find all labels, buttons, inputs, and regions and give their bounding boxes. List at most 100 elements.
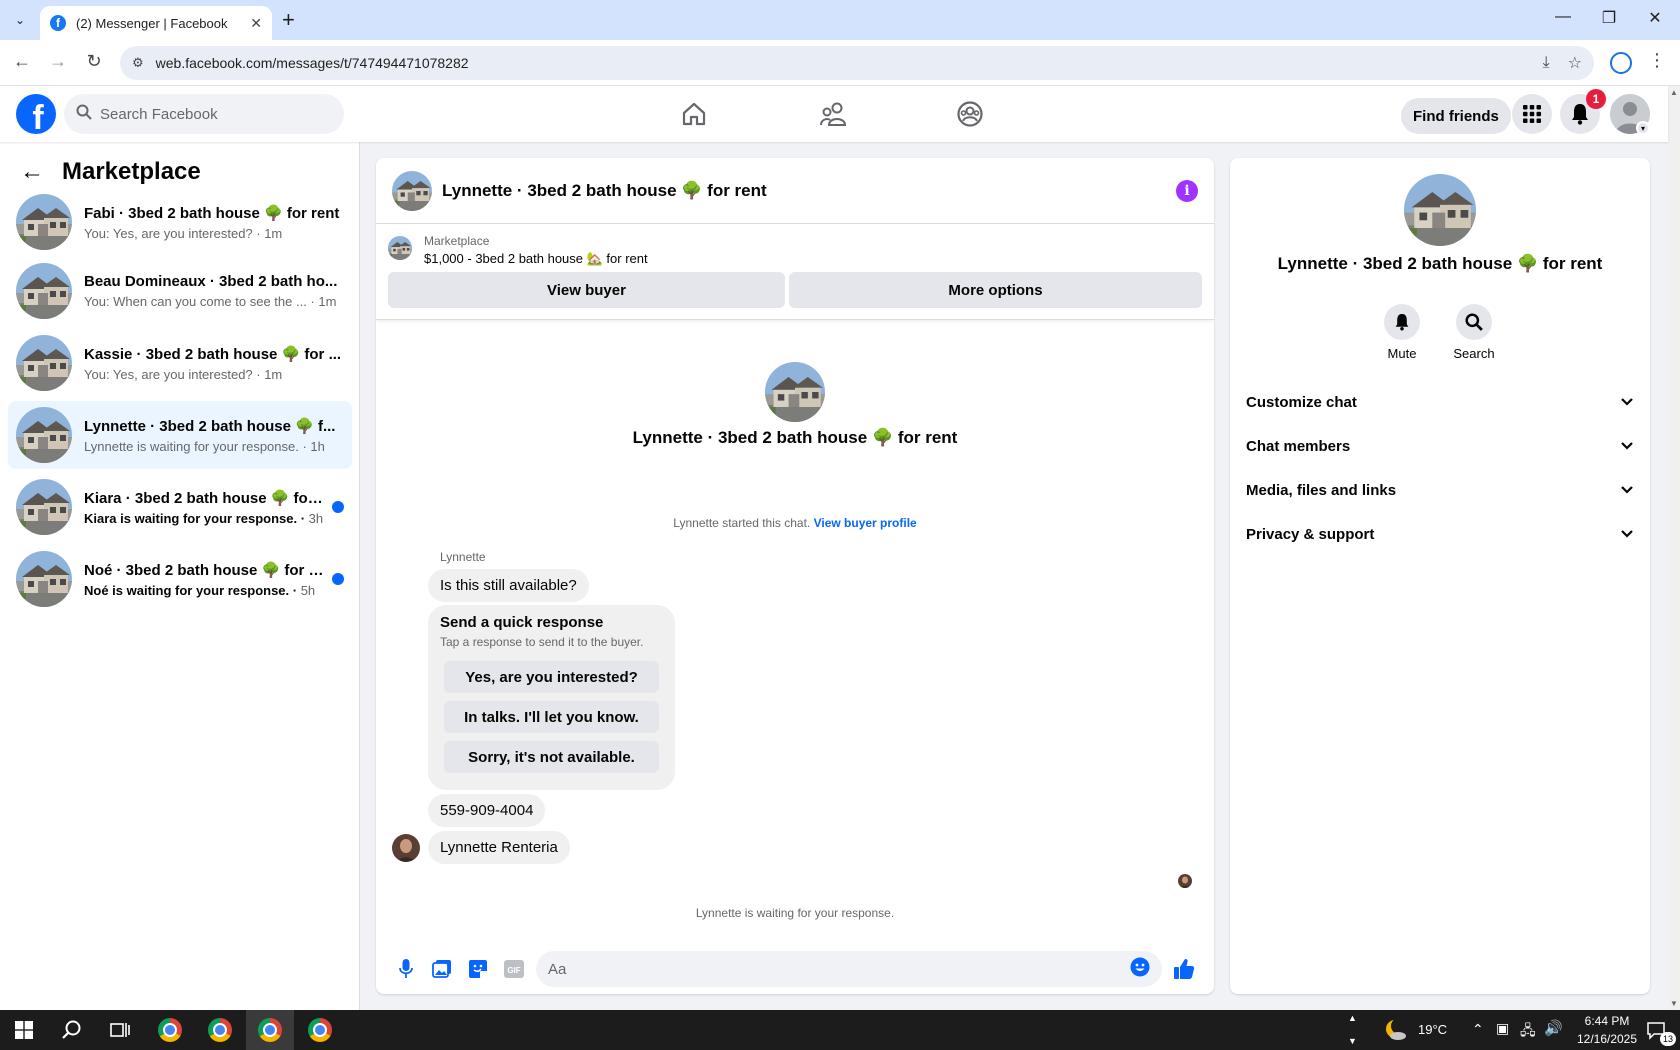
listing-price-title[interactable]: $1,000 - 3bed 2 bath house 🏡 for rent: [424, 251, 648, 267]
reload-icon[interactable]: ↻: [82, 51, 106, 72]
temperature-text: 19°C: [1418, 1022, 1448, 1037]
view-buyer-button[interactable]: View buyer: [388, 272, 785, 308]
emoji-icon[interactable]: [1130, 957, 1150, 982]
groups-icon[interactable]: [952, 96, 988, 132]
show-hidden-icons[interactable]: ⌃: [1472, 1021, 1484, 1038]
bookmark-star-icon[interactable]: ☆: [1568, 53, 1582, 73]
details-avatar[interactable]: [1404, 174, 1476, 246]
preview-time: 1m: [260, 366, 283, 382]
section-label: Chat members: [1246, 437, 1351, 455]
search-input[interactable]: [100, 105, 320, 123]
chevron-down-icon: [1620, 438, 1634, 455]
forward-icon[interactable]: →: [46, 51, 70, 72]
close-window-icon[interactable]: ✕: [1632, 8, 1678, 28]
info-icon[interactable]: i: [1176, 179, 1198, 202]
notification-badge: 1: [1586, 89, 1606, 109]
network-icon[interactable]: 🖧: [1520, 1020, 1536, 1044]
search-icon: [76, 104, 92, 124]
message-input[interactable]: [548, 960, 1130, 978]
thumbs-up-icon[interactable]: [1166, 951, 1202, 987]
preview-time: 1m: [314, 294, 337, 309]
back-icon[interactable]: ←: [10, 51, 34, 72]
browser-profile-icon[interactable]: [1610, 52, 1632, 74]
restore-icon[interactable]: ❐: [1586, 8, 1632, 28]
chrome-icon[interactable]: [146, 1010, 194, 1050]
browser-tab-messenger[interactable]: f (2) Messenger | Facebook ✕: [40, 6, 272, 40]
scroll-up-icon[interactable]: ▲: [1670, 88, 1678, 97]
preview-text: You: Yes, are you interested? ·: [84, 366, 261, 382]
seen-receipt-avatar: [1178, 874, 1192, 888]
windows-taskbar: ▲ ▼ 19°C ⌃ ▣ 🖧 🔊 6:44 PM 12/16/2025 13: [0, 1010, 1680, 1050]
quick-reply-button[interactable]: In talks. I'll let you know.: [444, 701, 659, 733]
view-buyer-profile-link[interactable]: View buyer profile: [814, 516, 917, 530]
account-chevron-down-icon[interactable]: ▾: [1636, 121, 1650, 135]
more-options-button[interactable]: More options: [789, 272, 1202, 308]
scroll-down-icon[interactable]: ▼: [1670, 999, 1678, 1008]
preview-time: 1h: [306, 438, 325, 454]
chat-avatar[interactable]: [392, 171, 432, 211]
chrome-icon[interactable]: [246, 1010, 294, 1050]
tab-list-icon[interactable]: ⌄: [8, 8, 32, 32]
chevron-down-icon: [1620, 394, 1634, 411]
quick-reply-button[interactable]: Sorry, it's not available.: [444, 741, 659, 773]
details-name: Lynnette · 3bed 2 bath house 🌳 for rent: [1277, 254, 1603, 273]
task-view-icon[interactable]: [96, 1010, 144, 1050]
conversation-item[interactable]: Kassie · 3bed 2 bath house 🌳 for ... You…: [8, 329, 352, 397]
conversation-preview: You: When can you come to see the ... · …: [84, 294, 344, 309]
weather-moon-icon[interactable]: [1384, 1018, 1408, 1042]
media-files-links-row[interactable]: Media, files and links: [1246, 468, 1634, 512]
clock-date[interactable]: 12/16/2025: [1566, 1032, 1648, 1046]
back-arrow-icon[interactable]: ←: [20, 158, 44, 186]
menu-grid-icon[interactable]: [1512, 94, 1552, 134]
conversation-item-active[interactable]: Lynnette · 3bed 2 bath house 🌳 f... Lynn…: [8, 401, 352, 469]
volume-icon[interactable]: 🔊: [1544, 1019, 1563, 1037]
conversation-item[interactable]: Kiara · 3bed 2 bath house 🌳 for ... Kiar…: [8, 473, 352, 541]
site-settings-icon[interactable]: ⚙: [132, 55, 144, 71]
conversation-item[interactable]: Beau Domineaux · 3bed 2 bath ho... You: …: [8, 257, 352, 325]
chat-members-row[interactable]: Chat members: [1246, 424, 1634, 468]
page-scrollbar[interactable]: ▲ ▼: [1668, 86, 1680, 1010]
address-bar[interactable]: ⚙ web.facebook.com/messages/t/7474944710…: [120, 46, 1594, 80]
message-bubble: 559-909-4004: [428, 794, 546, 827]
mute-button[interactable]: Mute: [1372, 304, 1432, 361]
photo-icon[interactable]: [424, 951, 460, 987]
search-conversation-button[interactable]: Search: [1444, 304, 1504, 361]
customize-chat-row[interactable]: Customize chat: [1246, 380, 1634, 424]
preview-time: 5h: [297, 582, 316, 598]
privacy-support-row[interactable]: Privacy & support: [1246, 512, 1634, 556]
preview-time: 3h: [305, 510, 324, 526]
find-friends-button[interactable]: Find friends: [1401, 98, 1511, 134]
minimize-icon[interactable]: —: [1540, 8, 1586, 26]
sender-avatar[interactable]: [392, 834, 420, 862]
quick-reply-button[interactable]: Yes, are you interested?: [444, 661, 659, 693]
sticker-icon[interactable]: [460, 951, 496, 987]
url-text: web.facebook.com/messages/t/747494471078…: [155, 55, 469, 71]
conversation-item[interactable]: Fabi · 3bed 2 bath house 🌳 for rent You:…: [8, 188, 352, 256]
tab-close-icon[interactable]: ✕: [250, 15, 262, 32]
browser-menu-icon[interactable]: ⋮: [1648, 50, 1666, 71]
friends-icon[interactable]: [815, 96, 851, 132]
meet-icon[interactable]: ▣: [1496, 1020, 1509, 1037]
chrome-icon[interactable]: [296, 1010, 344, 1050]
conversation-item[interactable]: Noé · 3bed 2 bath house 🌳 for r... Noé i…: [8, 545, 352, 613]
clock-time[interactable]: 6:44 PM: [1572, 1014, 1642, 1028]
install-app-icon[interactable]: ⤓: [1543, 54, 1550, 72]
taskbar-scroll-down-icon[interactable]: ▼: [1348, 1036, 1357, 1046]
gif-icon[interactable]: GIF: [496, 951, 532, 987]
chrome-icon[interactable]: [196, 1010, 244, 1050]
facebook-logo-icon[interactable]: f: [16, 94, 56, 134]
chat-started-notice: Lynnette started this chat. View buyer p…: [376, 516, 1214, 530]
message-bubble: Is this still available?: [428, 569, 589, 602]
microphone-icon[interactable]: [388, 951, 424, 987]
chat-title[interactable]: Lynnette · 3bed 2 bath house 🌳 for rent: [442, 181, 1176, 201]
home-icon[interactable]: [676, 96, 712, 132]
facebook-header: f Find friends 1 ▾: [0, 86, 1668, 142]
windows-start-icon[interactable]: [0, 1010, 48, 1050]
taskbar-scroll-up-icon[interactable]: ▲: [1348, 1013, 1357, 1023]
taskbar-search-icon[interactable]: [48, 1010, 96, 1050]
magnifier-icon: [1456, 304, 1492, 340]
message-input-wrapper[interactable]: [536, 951, 1162, 987]
listing-thumbnail[interactable]: [388, 236, 412, 260]
new-tab-icon[interactable]: +: [282, 9, 295, 31]
facebook-search[interactable]: [64, 94, 344, 134]
